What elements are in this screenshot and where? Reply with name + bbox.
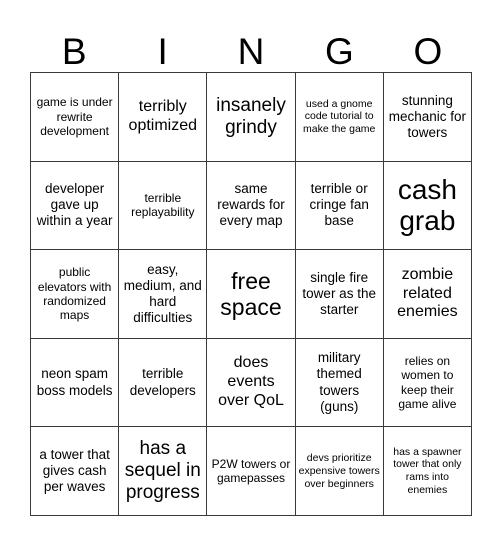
bingo-cell[interactable]: terrible or cringe fan base (295, 161, 384, 251)
bingo-cell[interactable]: free space (207, 250, 296, 339)
bingo-cell[interactable]: military themed towers (guns) (295, 338, 384, 428)
header-letter-o: O (413, 31, 443, 72)
bingo-cell[interactable]: used a gnome code tutorial to make the g… (295, 73, 384, 162)
header-letter-g: G (325, 31, 354, 72)
header-letter-b: B (61, 31, 87, 72)
bingo-cell-text: terribly optimized (128, 97, 198, 134)
bingo-cell[interactable]: easy, medium, and hard difficulties (119, 250, 208, 339)
bingo-cell[interactable]: single fire tower as the starter (295, 250, 384, 339)
bingo-cell[interactable]: a tower that gives cash per waves (31, 427, 120, 516)
bingo-cell[interactable]: has a sequel in progress (119, 427, 208, 516)
bingo-cell[interactable]: public elevators with randomized maps (31, 250, 120, 339)
bingo-cell[interactable]: same rewards for every map (207, 161, 296, 251)
bingo-cell[interactable]: does events over QoL (207, 338, 296, 428)
bingo-cell[interactable]: has a spawner tower that only rams into … (383, 427, 472, 516)
bingo-cell-text: P2W towers or gamepasses (211, 456, 291, 486)
bingo-cell-text: stunning mechanic for towers (388, 92, 467, 140)
bingo-cell-text: devs prioritize expensive towers over be… (298, 451, 380, 490)
bingo-cell[interactable]: neon spam boss models (31, 338, 120, 428)
bingo-grid: game is under rewrite development terribl… (30, 72, 472, 516)
bingo-cell-text: free space (220, 267, 282, 320)
bingo-cell-text: military themed towers (guns) (316, 350, 362, 414)
bingo-header-row: B I N G O (30, 22, 472, 72)
bingo-cell[interactable]: terrible replayability (119, 161, 208, 251)
bingo-cell[interactable]: zombie related enemies (383, 250, 472, 339)
bingo-cell-text: has a sequel in progress (124, 438, 201, 504)
bingo-cell-text: single fire tower as the starter (302, 269, 376, 318)
header-letter-n: N (237, 31, 265, 72)
bingo-cell[interactable]: relies on women to keep their game alive (383, 338, 472, 428)
bingo-cell-text: insanely grindy (216, 94, 286, 138)
bingo-cell[interactable]: devs prioritize expensive towers over be… (295, 427, 384, 516)
bingo-cell[interactable]: P2W towers or gamepasses (207, 427, 296, 516)
bingo-cell-text: cash grab (397, 174, 457, 237)
bingo-cell[interactable]: terribly optimized (119, 73, 208, 162)
bingo-cell-text: a tower that gives cash per waves (39, 446, 110, 495)
bingo-cell-text: terrible developers (129, 366, 196, 398)
bingo-cell[interactable]: insanely grindy (207, 73, 296, 162)
bingo-cell[interactable]: terrible developers (119, 338, 208, 428)
bingo-cell[interactable]: developer gave up within a year (31, 161, 120, 251)
bingo-cell-text: relies on women to keep their game alive (398, 353, 457, 411)
bingo-cell[interactable]: game is under rewrite development (31, 73, 120, 162)
bingo-cell-text: neon spam boss models (36, 366, 113, 398)
bingo-cell-text: game is under rewrite development (36, 95, 113, 138)
bingo-cell-text: developer gave up within a year (36, 181, 113, 229)
bingo-cell-text: zombie related enemies (397, 265, 458, 321)
bingo-cell-text: has a spawner tower that only rams into … (393, 445, 462, 496)
bingo-cell[interactable]: stunning mechanic for towers (383, 73, 472, 162)
bingo-cell-text: public elevators with randomized maps (37, 265, 112, 323)
bingo-cell-text: does events over QoL (218, 354, 284, 410)
bingo-cell-text: used a gnome code tutorial to make the g… (303, 97, 376, 136)
bingo-cell-text: terrible or cringe fan base (309, 181, 369, 229)
bingo-cell[interactable]: cash grab (383, 161, 472, 251)
bingo-cell-text: easy, medium, and hard difficulties (123, 261, 202, 326)
bingo-card: B I N G O game is under rewrite developm… (0, 0, 500, 544)
header-letter-i: I (157, 31, 168, 72)
bingo-cell-text: terrible replayability (131, 191, 195, 220)
bingo-cell-text: same rewards for every map (217, 181, 285, 229)
